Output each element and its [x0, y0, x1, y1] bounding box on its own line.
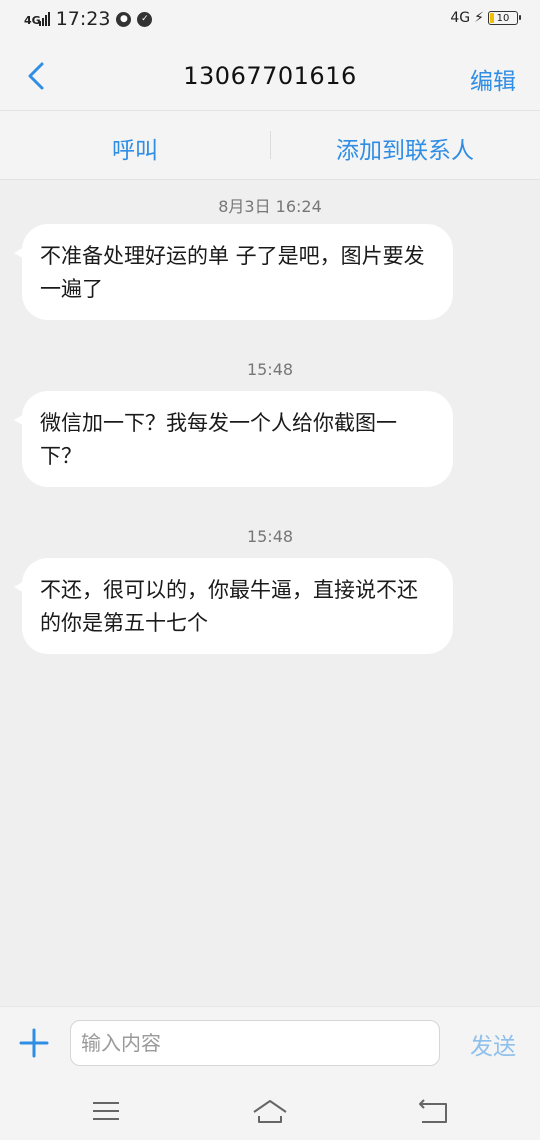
message-timestamp: 8月3日 16:24 — [218, 197, 322, 216]
message-bubble[interactable]: 不还，很可以的，你最牛逼，直接说不还的你是第五十七个 — [14, 558, 453, 654]
nav-home-button[interactable] — [252, 1094, 288, 1128]
navigation-bar — [0, 1082, 540, 1140]
message-input[interactable] — [70, 1020, 440, 1066]
title-bar: 13067701616 编辑 — [0, 44, 540, 110]
message-bubble[interactable]: 微信加一下？我每发一个人给你截图一下？ — [14, 391, 453, 487]
charging-icon: ⚡ — [474, 10, 484, 26]
check-icon: ✓ — [137, 11, 153, 27]
back-icon — [419, 1099, 447, 1123]
action-bar: 呼叫 添加到联系人 — [0, 110, 540, 180]
add-attachment-button[interactable] — [18, 1027, 50, 1059]
plus-icon — [19, 1028, 49, 1058]
nav-back-button[interactable] — [416, 1094, 452, 1128]
battery-icon: 10 — [488, 11, 521, 25]
add-contact-button[interactable]: 添加到联系人 — [270, 131, 540, 165]
message-bubble[interactable]: 不准备处理好运的单 子了是吧，图片要发一遍了 — [14, 224, 453, 320]
notification-icon: ● — [116, 11, 132, 27]
call-button[interactable]: 呼叫 — [0, 131, 270, 165]
status-left: 4G 17:23 ● ✓ — [24, 8, 153, 30]
nav-menu-button[interactable] — [88, 1094, 124, 1128]
signal-icon — [38, 12, 50, 26]
battery-level: 10 — [496, 13, 510, 24]
menu-icon — [93, 1102, 119, 1120]
send-button[interactable]: 发送 — [470, 1027, 516, 1061]
right-network-type: 4G — [450, 9, 471, 26]
status-bar: 4G 17:23 ● ✓ 4G ⚡ 10 — [0, 0, 540, 44]
home-icon — [253, 1100, 287, 1123]
composer: 发送 — [0, 1006, 540, 1083]
message-timestamp: 15:48 — [246, 360, 294, 379]
edit-button[interactable]: 编辑 — [470, 62, 516, 96]
page-title: 13067701616 — [183, 62, 357, 90]
status-right: 4G ⚡ 10 — [450, 9, 521, 26]
status-time: 17:23 — [55, 8, 111, 30]
message-timestamp: 15:48 — [246, 527, 294, 546]
